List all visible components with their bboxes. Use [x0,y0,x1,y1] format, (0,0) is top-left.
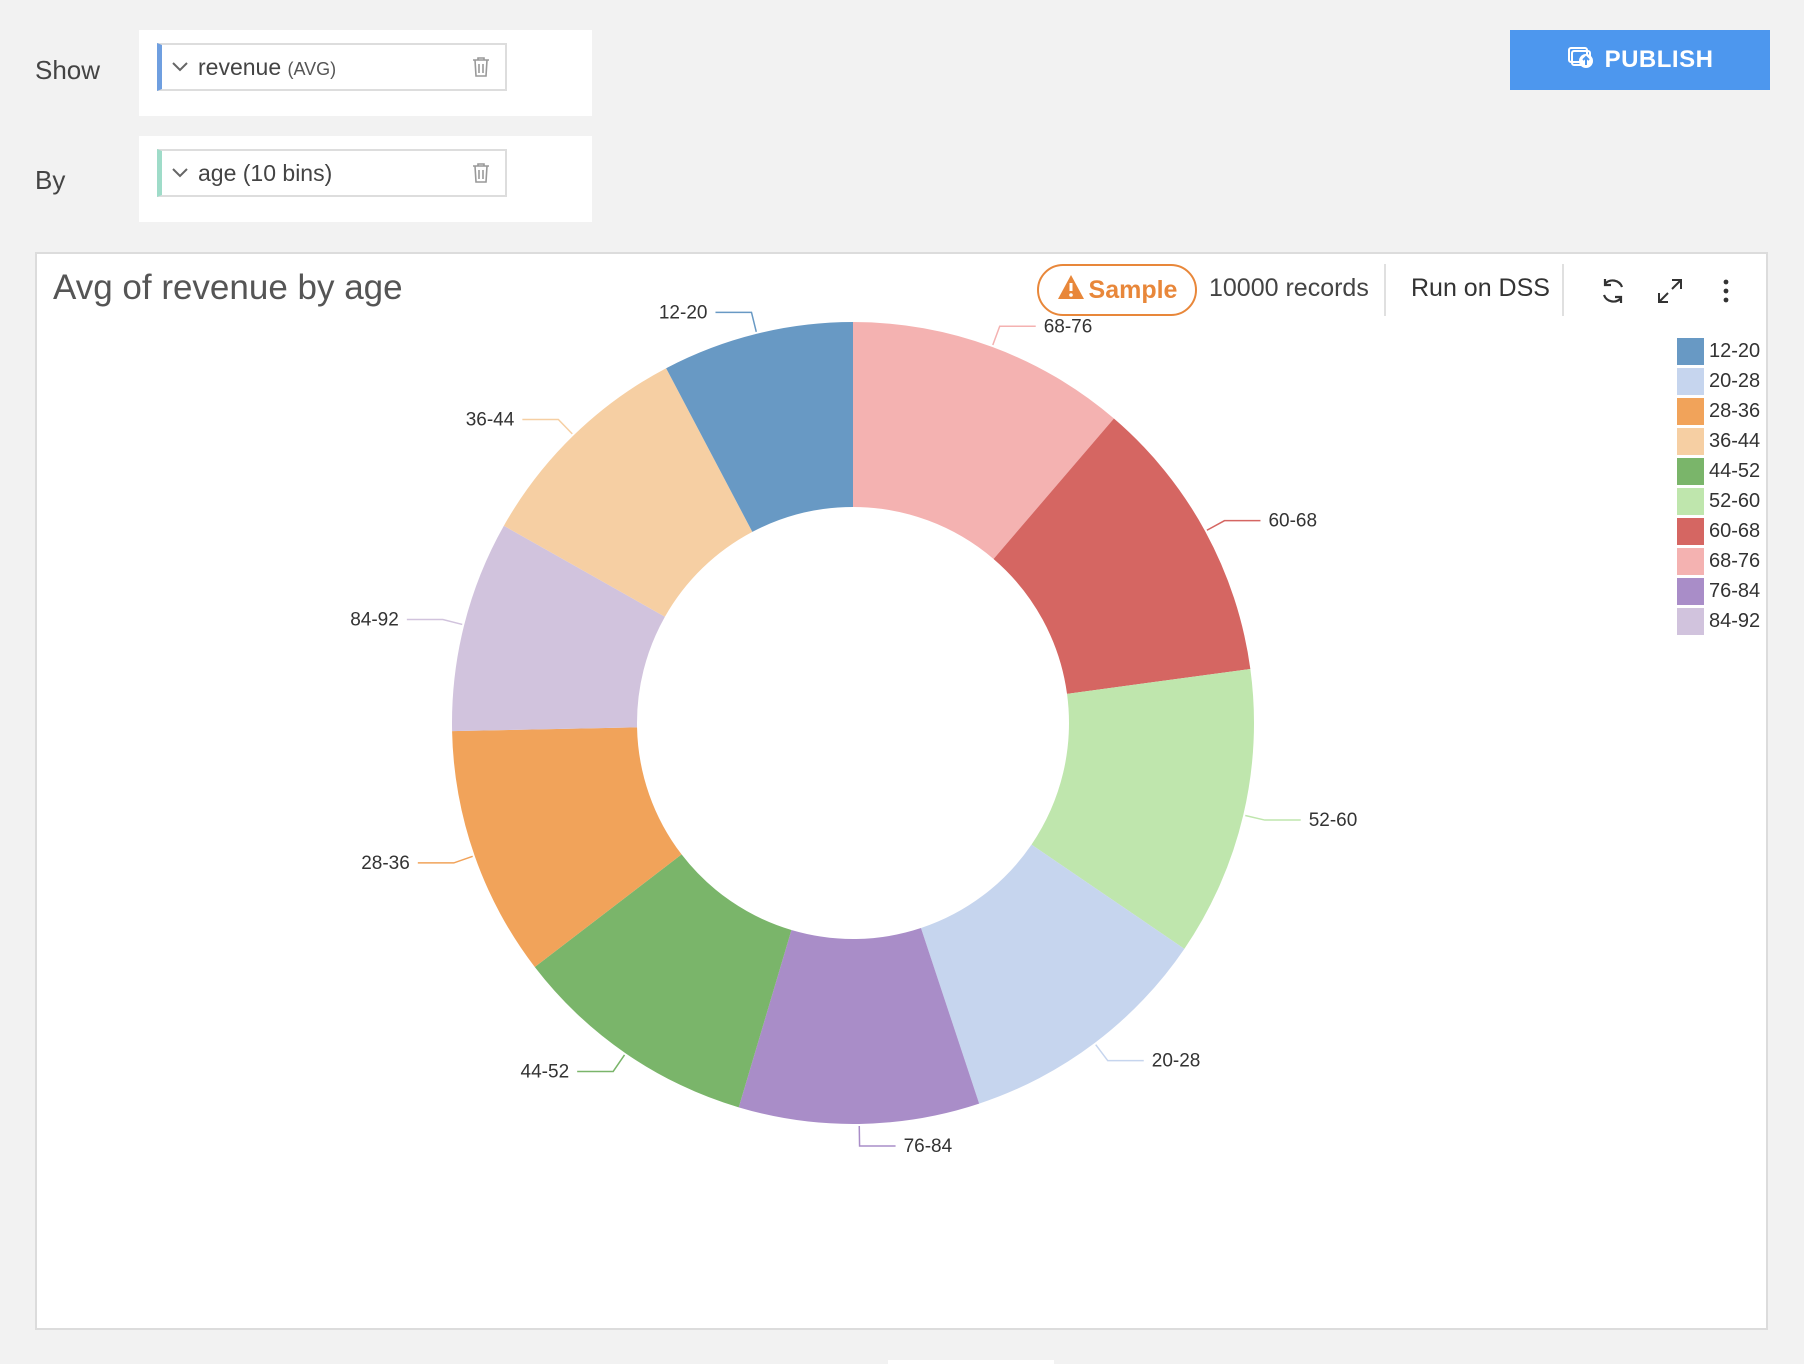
show-label: Show [35,55,101,85]
slice-label: 52-60 [1309,810,1358,831]
slice-label: 20-28 [1152,1051,1201,1072]
label-leader-line [406,618,463,626]
show-drop-zone[interactable]: revenue (AVG) [139,30,592,116]
label-leader-line [715,311,758,332]
chevron-down-icon[interactable] [162,62,198,72]
slice-label: 68-76 [1044,316,1093,337]
label-leader-line [522,418,573,435]
label-leader-line [858,1125,896,1147]
slice-label: 28-36 [361,853,410,874]
publish-button[interactable]: PUBLISH [1510,30,1770,90]
trash-icon[interactable] [457,56,505,78]
by-drop-zone[interactable]: age (10 bins) [139,136,592,222]
chart-panel: Avg of revenue by age Sample 10000 recor… [35,252,1768,1330]
label-leader-line [1095,1044,1144,1062]
label-leader-line [1245,814,1301,821]
dimension-pill[interactable]: age (10 bins) [157,149,507,197]
dimension-pill-label: age (10 bins) [198,159,333,186]
donut-chart: 68-76 60-68 52-60 20-28 76-84 44-52 28-36 84-92… [350,302,1358,1157]
bottom-tab-indicator [888,1360,1054,1364]
label-leader-line [417,855,473,864]
by-label: By [35,165,66,195]
slice-label: 36-44 [466,410,515,431]
slice-label: 76-84 [904,1136,953,1157]
measure-aggregation: (AVG) [287,58,337,79]
publish-label: PUBLISH [1604,46,1714,73]
publish-icon [1567,45,1595,76]
label-leader-line [992,325,1036,346]
trash-icon[interactable] [457,162,505,184]
measure-pill-label: revenue (AVG) [198,54,457,81]
slice-label: 12-20 [659,302,708,323]
chevron-down-icon[interactable] [162,168,198,178]
slice-label: 44-52 [521,1061,570,1082]
slice-label: 60-68 [1268,511,1317,532]
label-leader-line [577,1054,626,1073]
label-leader-line [1206,519,1261,531]
measure-pill[interactable]: revenue (AVG) [157,43,507,91]
slice-label: 84-92 [350,610,399,631]
measure-field: revenue [198,53,282,80]
